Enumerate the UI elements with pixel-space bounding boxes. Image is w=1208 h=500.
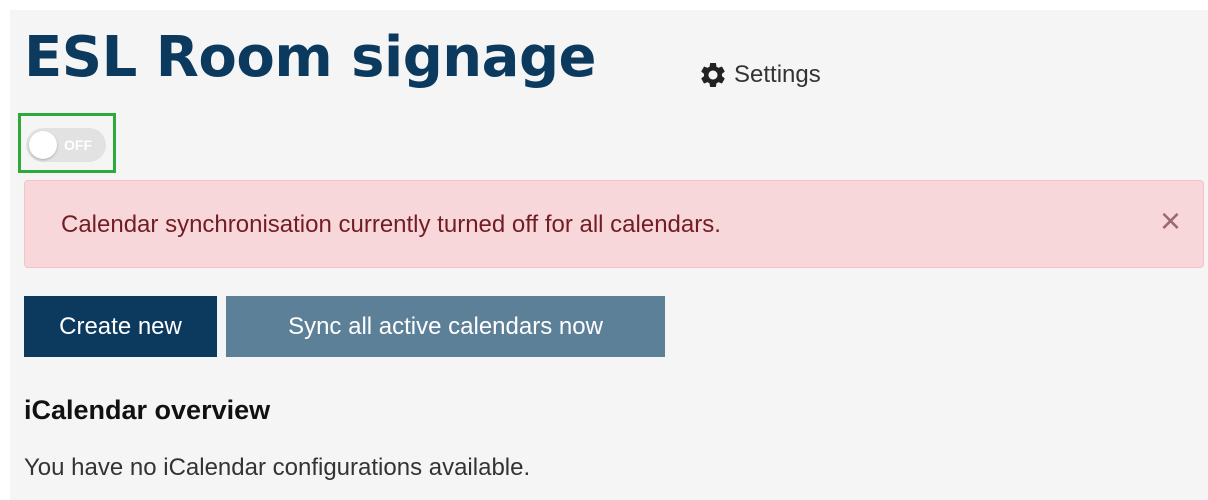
sync-toggle[interactable]: OFF (26, 128, 106, 162)
create-new-button[interactable]: Create new (24, 296, 217, 357)
sync-off-alert: Calendar synchronisation currently turne… (24, 180, 1204, 268)
gear-icon (698, 60, 728, 90)
settings-label: Settings (734, 61, 821, 88)
page-title: ESL Room signage (24, 25, 597, 90)
settings-link[interactable]: Settings (698, 60, 821, 90)
alert-message: Calendar synchronisation currently turne… (61, 211, 721, 238)
close-icon[interactable]: × (1160, 203, 1181, 239)
empty-state-text: You have no iCalendar configurations ava… (24, 454, 531, 481)
overview-heading: iCalendar overview (24, 395, 271, 425)
toggle-knob (29, 131, 57, 159)
toggle-state-label: OFF (64, 137, 92, 153)
sync-all-button[interactable]: Sync all active calendars now (226, 296, 665, 357)
